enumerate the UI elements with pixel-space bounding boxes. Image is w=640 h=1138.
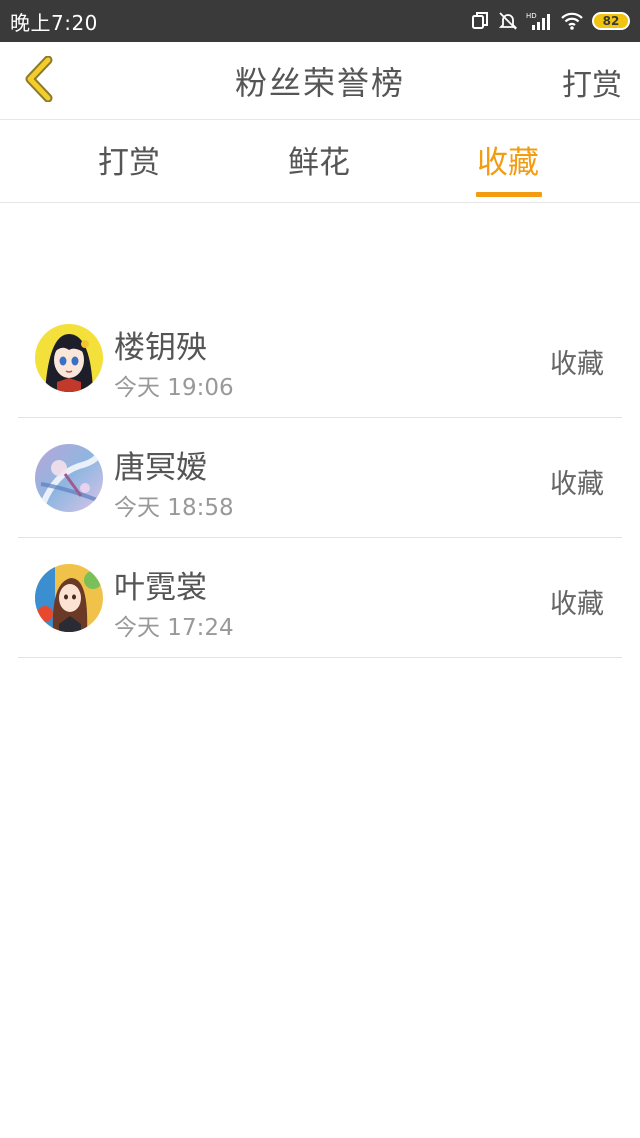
wifi-icon — [560, 11, 584, 31]
tab-bar: 打赏 鲜花 收藏 — [0, 121, 640, 203]
list-item[interactable]: 楼钥殃 今天 19:06 收藏 — [18, 298, 622, 418]
avatar[interactable] — [35, 444, 103, 512]
status-icons: HD 82 — [470, 11, 630, 31]
status-bar: 晚上7:20 HD 82 — [0, 0, 640, 42]
user-name: 叶霓裳 — [114, 570, 207, 606]
tab-favorites[interactable]: 收藏 — [477, 137, 539, 182]
avatar[interactable] — [35, 324, 103, 392]
timestamp: 今天 18:58 — [114, 495, 234, 521]
user-name: 楼钥殃 — [114, 330, 207, 366]
favorite-label: 收藏 — [550, 469, 604, 500]
bell-off-icon — [498, 11, 518, 31]
list-item[interactable]: 唐冥嫒 今天 18:58 收藏 — [18, 418, 622, 538]
tab-reward[interactable]: 打赏 — [98, 137, 160, 182]
favorite-label: 收藏 — [550, 349, 604, 380]
back-button[interactable] — [10, 52, 66, 110]
battery-icon: 82 — [592, 12, 630, 30]
user-name: 唐冥嫒 — [114, 450, 207, 486]
hd-signal-icon: HD — [526, 11, 552, 31]
timestamp: 今天 19:06 — [114, 375, 234, 401]
battery-level: 82 — [602, 14, 620, 28]
list-item[interactable]: 叶霓裳 今天 17:24 收藏 — [18, 538, 622, 658]
svg-text:HD: HD — [526, 12, 537, 20]
chevron-left-icon — [20, 55, 56, 106]
status-time: 晚上7:20 — [10, 10, 98, 35]
fan-list: 楼钥殃 今天 19:06 收藏 唐冥嫒 今天 18:58 收藏 叶霓裳 今天 1… — [18, 298, 622, 658]
favorite-label: 收藏 — [550, 589, 604, 620]
tab-flowers[interactable]: 鲜花 — [288, 137, 350, 182]
header: 粉丝荣誉榜 打赏 — [0, 42, 640, 120]
avatar[interactable] — [35, 564, 103, 632]
reward-button[interactable]: 打赏 — [562, 60, 622, 104]
tab-active-indicator — [476, 192, 542, 197]
sim-icon — [470, 11, 490, 31]
page-title: 粉丝荣誉榜 — [234, 63, 405, 102]
timestamp: 今天 17:24 — [114, 615, 234, 641]
